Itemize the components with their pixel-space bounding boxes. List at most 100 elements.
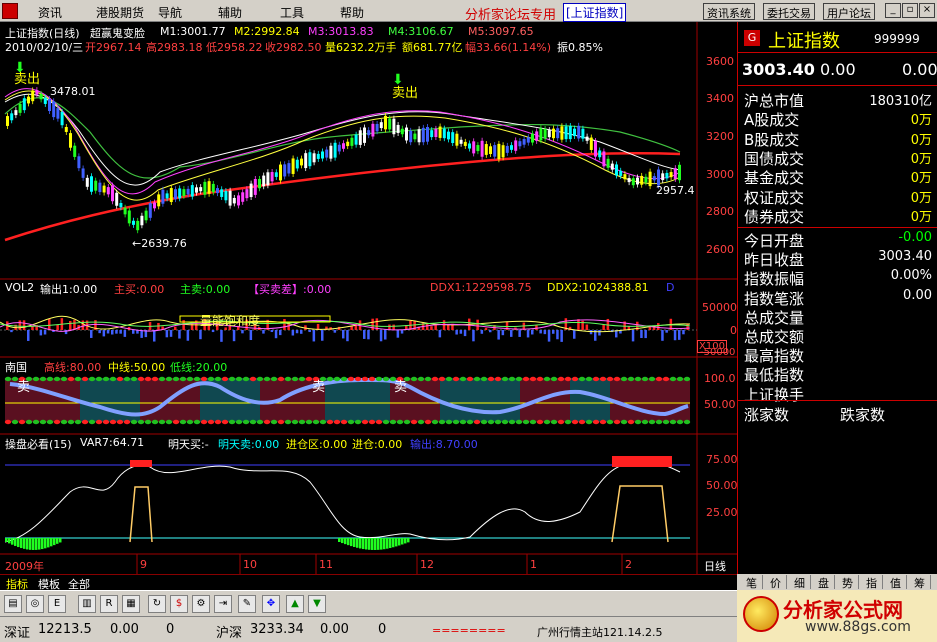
zoom-icon[interactable]: ◎ bbox=[26, 595, 44, 613]
sz-change: 0.00 bbox=[110, 622, 139, 637]
bar-amount: 额681.77亿 bbox=[402, 41, 463, 54]
chart-canvas bbox=[0, 22, 737, 574]
quote-tab[interactable]: 价 bbox=[765, 575, 787, 590]
quote-tab[interactable]: 细 bbox=[789, 575, 811, 590]
market-stat-row: 沪总市值 180310亿 bbox=[744, 90, 932, 111]
market-stat-row: A股成交 0万 bbox=[744, 109, 932, 130]
quote-tab[interactable]: 势 bbox=[837, 575, 859, 590]
op-enter-zone: 进仓区:0.00 bbox=[286, 438, 348, 451]
server-name[interactable]: 广州行情主站121.14.2.5 bbox=[537, 624, 662, 640]
refresh-icon[interactable]: ↻ bbox=[148, 595, 166, 613]
index-stat-value: 0.00% bbox=[890, 268, 932, 284]
bar-date: 2010/02/10/三 bbox=[5, 41, 84, 54]
move-icon[interactable]: ✥ bbox=[262, 595, 280, 613]
vol-y-tick: 0 bbox=[730, 324, 737, 337]
market-stat-label: 沪总市值 bbox=[744, 92, 805, 110]
quote-tab[interactable]: 指 bbox=[861, 575, 883, 590]
export-icon[interactable]: ⇥ bbox=[214, 595, 232, 613]
index-stat-row: 今日开盘 -0.00 bbox=[744, 230, 932, 251]
market-stat-value: 0万 bbox=[910, 171, 932, 187]
security-badge: G bbox=[744, 30, 760, 46]
vol-main-buy: 主买:0.00 bbox=[114, 283, 165, 296]
brand-emblem-icon bbox=[743, 596, 779, 632]
sz-value: 12213.5 bbox=[38, 622, 92, 637]
print-icon[interactable]: ▤ bbox=[4, 595, 22, 613]
ma-m4: M4:3106.67 bbox=[388, 25, 454, 38]
pen-icon[interactable]: ✎ bbox=[238, 595, 256, 613]
minimize-icon[interactable]: _ bbox=[885, 3, 901, 18]
index-stat-label: 指数振幅 bbox=[744, 270, 805, 289]
menu-nav[interactable]: 导航 bbox=[158, 4, 182, 21]
index-stat-value: 3003.40 bbox=[878, 249, 932, 265]
menu-help[interactable]: 帮助 bbox=[340, 4, 364, 21]
market-stat-row: 国债成交 0万 bbox=[744, 148, 932, 169]
op-tomorrow-sell: 明天卖:0.00 bbox=[218, 438, 280, 451]
index-stat-row: 总成交量 bbox=[744, 307, 932, 328]
quote-tab[interactable]: 筹 bbox=[909, 575, 931, 590]
menu-news[interactable]: 资讯 bbox=[38, 4, 62, 21]
vol-unit: X100 bbox=[697, 340, 727, 353]
rsi-icon[interactable]: R bbox=[100, 595, 118, 613]
south-low: 低线:20.00 bbox=[170, 361, 228, 374]
index-stat-label: 最高指数 bbox=[744, 347, 805, 366]
etf-icon[interactable]: E bbox=[48, 595, 66, 613]
x-label: 12 bbox=[420, 558, 434, 571]
hs-label: 沪深 bbox=[216, 626, 243, 641]
promo-banner[interactable]: 分析家公式网 www.88gs.com bbox=[737, 590, 937, 642]
index-stat-row: 总成交额 bbox=[744, 326, 932, 347]
down-arrow-icon[interactable]: ▼ bbox=[308, 595, 326, 613]
sz-volume: 0 bbox=[166, 622, 175, 637]
close-icon[interactable]: × bbox=[919, 3, 935, 18]
trade-button[interactable]: 委托交易 bbox=[763, 3, 815, 20]
menu-aux[interactable]: 辅助 bbox=[218, 4, 242, 21]
grid-icon[interactable]: ▦ bbox=[122, 595, 140, 613]
news-system-button[interactable]: 资讯系统 bbox=[703, 3, 755, 20]
index-stat-row: 昨日收盘 3003.40 bbox=[744, 249, 932, 270]
promo-url: www.88gs.com bbox=[805, 619, 911, 635]
index-stat-label: 总成交量 bbox=[744, 308, 805, 327]
high-mark: 3478.01 bbox=[50, 85, 96, 98]
ma-m2: M2:2992.84 bbox=[234, 25, 300, 38]
tools-icon[interactable]: ⚙ bbox=[192, 595, 210, 613]
index-stat-label: 最低指数 bbox=[744, 366, 805, 385]
market-stat-label: 基金成交 bbox=[744, 169, 805, 188]
index-stat-label: 今日开盘 bbox=[744, 232, 805, 250]
bar-close: 收2982.50 bbox=[265, 41, 322, 54]
hs-change: 0.00 bbox=[320, 622, 349, 637]
period-label[interactable]: 日线 bbox=[704, 558, 726, 574]
down-count: 跌家数 bbox=[840, 406, 886, 424]
market-stat-value: 0万 bbox=[910, 113, 932, 129]
index-stat-row: 指数笔涨 0.00 bbox=[744, 288, 932, 309]
market-stat-label: B股成交 bbox=[744, 130, 800, 149]
south-indicator-panel bbox=[4, 376, 691, 425]
last-mark: 2957.4 bbox=[656, 184, 695, 197]
sell-signal-2: 卖出 bbox=[392, 86, 419, 101]
index-stat-row: 最高指数 bbox=[744, 345, 932, 366]
up-arrow-icon[interactable]: ▲ bbox=[286, 595, 304, 613]
forum-button[interactable]: 用户论坛 bbox=[823, 3, 875, 20]
connection-indicator: ======== bbox=[432, 624, 506, 637]
quote-tab-bar: 笔价细盘势指值筹 bbox=[737, 574, 937, 590]
dollar-icon[interactable]: $ bbox=[170, 595, 188, 613]
app-logo[interactable] bbox=[2, 3, 18, 19]
quote-tab[interactable]: 盘 bbox=[813, 575, 835, 590]
bar-chart-icon[interactable]: ▥ bbox=[78, 595, 96, 613]
index-change-pct: 0.00 bbox=[902, 60, 937, 79]
chart-area[interactable]: 上证指数(日线) 超赢鬼变脸 M1:3001.77 M2:2992.84 M3:… bbox=[0, 22, 737, 574]
menu-hk-futures[interactable]: 港股期货 bbox=[96, 4, 144, 21]
sell-signal-1: 卖出 bbox=[14, 72, 41, 87]
market-stat-value: 0万 bbox=[910, 190, 932, 206]
menu-tools[interactable]: 工具 bbox=[280, 4, 304, 21]
x-label: 2 bbox=[625, 558, 632, 571]
quote-tab[interactable]: 值 bbox=[885, 575, 907, 590]
y-tick: 3400 bbox=[706, 92, 734, 105]
op-var7: VAR7:64.71 bbox=[80, 436, 145, 449]
bar-high: 高2983.18 bbox=[146, 41, 203, 54]
y-tick: 3200 bbox=[706, 130, 734, 143]
south-mid: 中线:50.00 bbox=[108, 361, 166, 374]
quote-tab[interactable]: 笔 bbox=[741, 575, 763, 590]
restore-icon[interactable]: ▫ bbox=[902, 3, 918, 18]
y-tick: 3000 bbox=[706, 168, 734, 181]
vol-ddx2: DDX2:1024388.81 bbox=[547, 281, 649, 294]
ma-m1: M1:3001.77 bbox=[160, 25, 226, 38]
